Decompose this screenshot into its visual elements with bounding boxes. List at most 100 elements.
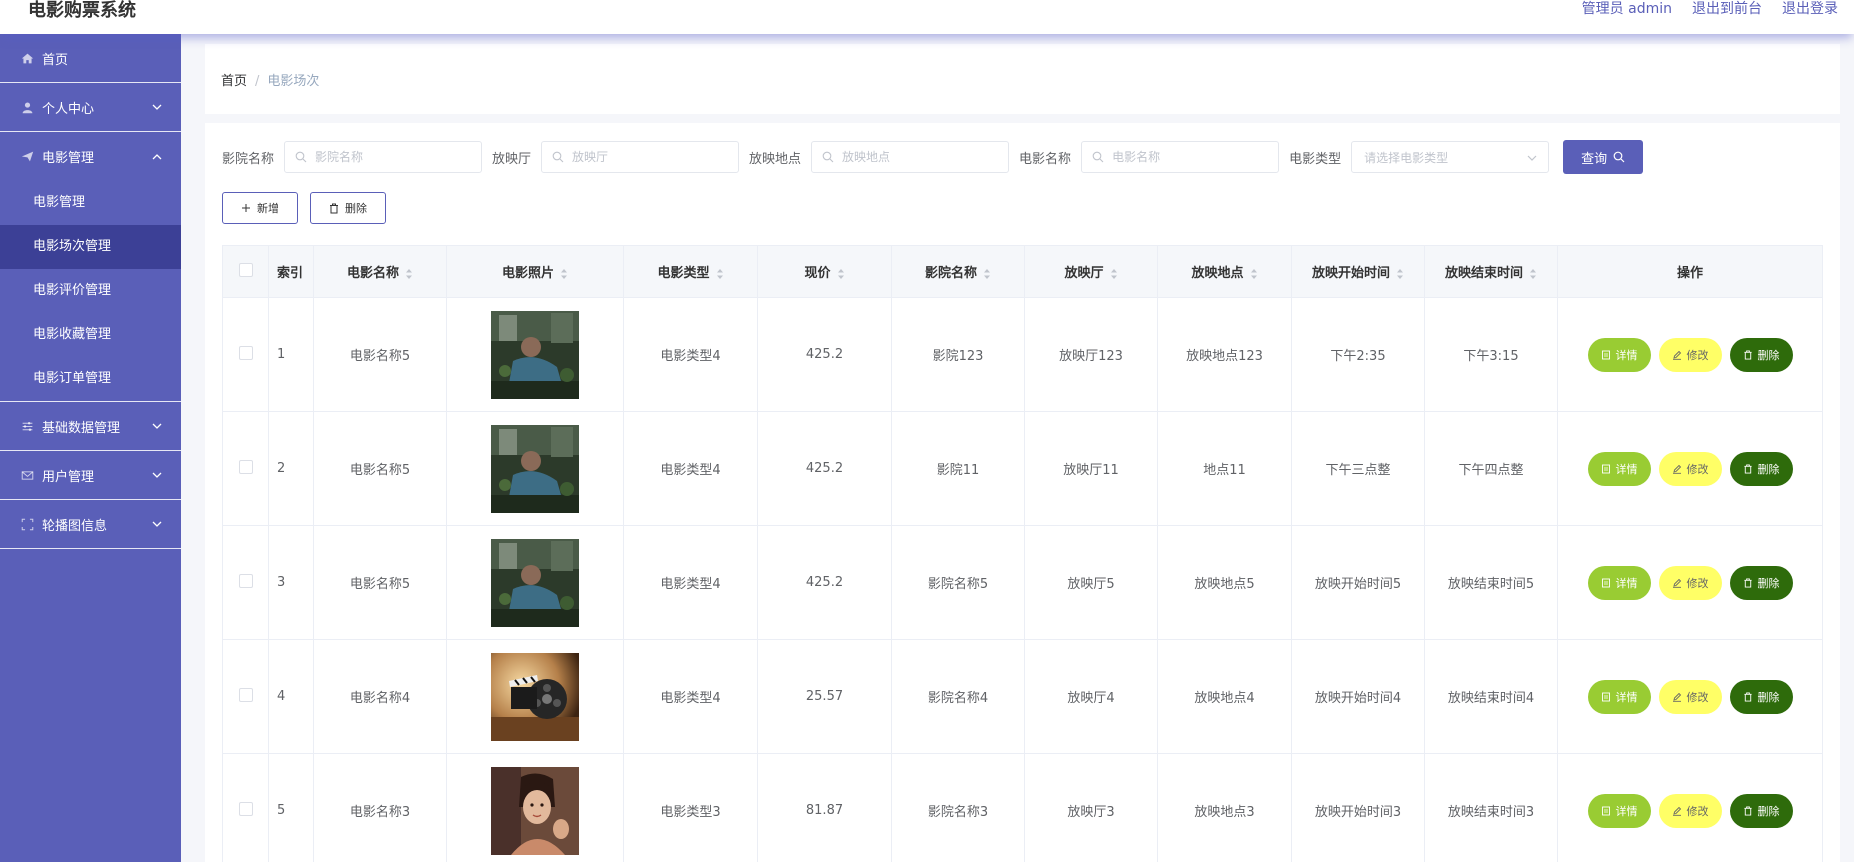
search-icon [822,151,834,163]
detail-button[interactable]: 详情 [1587,679,1651,714]
edit-button-label: 修改 [1686,462,1709,476]
batch-delete-button[interactable]: 删除 [310,192,386,224]
sidebar-item-personal[interactable]: 个人中心 [0,83,181,132]
column-header-label: 影院名称 [924,266,977,281]
admin-user-link[interactable]: 管理员 admin [1582,0,1672,18]
cell-price: 425.2 [757,525,892,640]
column-header-hall[interactable]: 放映厅 [1024,245,1158,298]
column-header-end[interactable]: 放映结束时间 [1424,245,1558,298]
chevron-down-icon [152,423,162,429]
chevron-down-icon [152,521,162,527]
cell-movie: 电影名称5 [313,297,447,412]
delete-button[interactable]: 删除 [1729,565,1793,600]
document-icon [1601,806,1610,815]
sidebar-item-movie-management[interactable]: 电影管理 [0,132,181,181]
column-header-price[interactable]: 现价 [757,245,892,298]
movie-still-garden-image[interactable] [448,424,622,513]
sidebar-item-label: 轮播图信息 [42,518,108,534]
row-checkbox[interactable] [238,345,253,360]
movie-still-portrait-image[interactable] [448,766,622,855]
breadcrumb-home[interactable]: 首页 [221,74,247,89]
cell-cinema: 影院名称5 [891,525,1025,640]
movie-still-garden-image[interactable] [448,538,622,627]
cell-photo [446,639,624,754]
sidebar-item-label: 首页 [42,52,69,68]
sort-icon [1397,268,1403,279]
select-all-checkbox[interactable] [238,262,253,277]
sidebar-item-label: 电影管理 [42,151,95,166]
search-icon [552,151,564,163]
column-header-label: 放映地点 [1191,266,1244,281]
detail-button[interactable]: 详情 [1587,565,1651,600]
sort-icon [1250,268,1257,279]
delete-button[interactable]: 删除 [1729,451,1793,486]
film-reel-clapper-image[interactable] [448,652,622,741]
movie-still-garden-image[interactable] [448,310,622,399]
delete-button-label: 删除 [1757,348,1780,362]
sliders-icon [20,419,34,433]
logout-link[interactable]: 退出登录 [1782,0,1838,18]
edit-button[interactable]: 修改 [1658,793,1722,828]
sort-icon [1530,268,1536,279]
column-header-location[interactable]: 放映地点 [1157,245,1292,298]
edit-button[interactable]: 修改 [1658,565,1722,600]
row-checkbox[interactable] [238,801,253,816]
hall-input[interactable] [570,149,735,165]
location-label: 放映地点 [749,151,802,167]
submenu-item-order[interactable]: 电影订单管理 [0,357,181,401]
detail-button[interactable]: 详情 [1587,337,1651,372]
row-checkbox[interactable] [238,459,253,474]
sidebar-item-user-management[interactable]: 用户管理 [0,451,181,500]
column-header-label: 电影类型 [657,266,710,281]
delete-button[interactable]: 删除 [1729,793,1793,828]
cell-movie: 电影名称5 [313,525,447,640]
exit-to-frontend-link[interactable]: 退出到前台 [1692,0,1762,18]
cell-movie: 电影名称4 [313,639,447,754]
submenu-item-movie[interactable]: 电影管理 [0,181,181,225]
sidebar: 首页 个人中心 电影管理 电影管理 电影场次管理 电影评价管理 电影收藏管理 电… [0,34,181,862]
trash-icon [1743,577,1752,588]
column-header-type[interactable]: 电影类型 [623,245,758,298]
column-header-cinema[interactable]: 影院名称 [891,245,1025,298]
column-header-start[interactable]: 放映开始时间 [1291,245,1425,298]
table-header-row: 索引 电影名称 电影照片 电影类型 现价 影院名称 放映厅 放映地点 放映开始时… [222,245,1823,298]
cell-location: 放映地点123 [1157,297,1292,412]
row-checkbox[interactable] [238,687,253,702]
row-checkbox[interactable] [238,573,253,588]
column-header-movie[interactable]: 电影名称 [313,245,447,298]
edit-icon [1672,578,1681,588]
row-select-cell [222,525,269,640]
cell-price: 25.57 [757,639,892,754]
paper-plane-icon [20,150,34,164]
delete-button[interactable]: 删除 [1729,337,1793,372]
detail-button[interactable]: 详情 [1587,793,1651,828]
sidebar-item-basic-data[interactable]: 基础数据管理 [0,402,181,451]
add-button[interactable]: 新增 [222,192,298,224]
table-row: 2 电影名称5 电影类型4 425.2 影院11 放映厅11 地点11 下午三点… [222,411,1823,526]
sidebar-item-home[interactable]: 首页 [0,34,181,83]
trash-icon [330,203,338,213]
edit-button[interactable]: 修改 [1658,451,1722,486]
chevron-up-icon [152,153,162,159]
submenu-item-review[interactable]: 电影评价管理 [0,269,181,313]
cell-hall: 放映厅4 [1024,639,1158,754]
location-input[interactable] [840,149,1005,165]
cinema-input[interactable] [313,149,478,165]
cell-photo [446,525,624,640]
query-button[interactable]: 查询 [1563,140,1644,174]
movie-type-select[interactable]: 请选择电影类型 [1351,141,1550,173]
movie-name-input[interactable] [1110,149,1275,165]
cell-photo [446,411,624,526]
delete-button[interactable]: 删除 [1729,679,1793,714]
edit-icon [1672,464,1681,474]
header-links: 管理员 admin 退出到前台 退出登录 [1582,0,1838,18]
column-header-photo[interactable]: 电影照片 [446,245,624,298]
edit-button[interactable]: 修改 [1658,679,1722,714]
submenu-item-favorite[interactable]: 电影收藏管理 [0,313,181,357]
row-select-cell [222,639,269,754]
movie-name-input-wrapper [1081,141,1280,173]
edit-button[interactable]: 修改 [1658,337,1722,372]
detail-button[interactable]: 详情 [1587,451,1651,486]
submenu-item-screening[interactable]: 电影场次管理 [0,225,181,269]
sidebar-item-carousel[interactable]: 轮播图信息 [0,500,181,549]
